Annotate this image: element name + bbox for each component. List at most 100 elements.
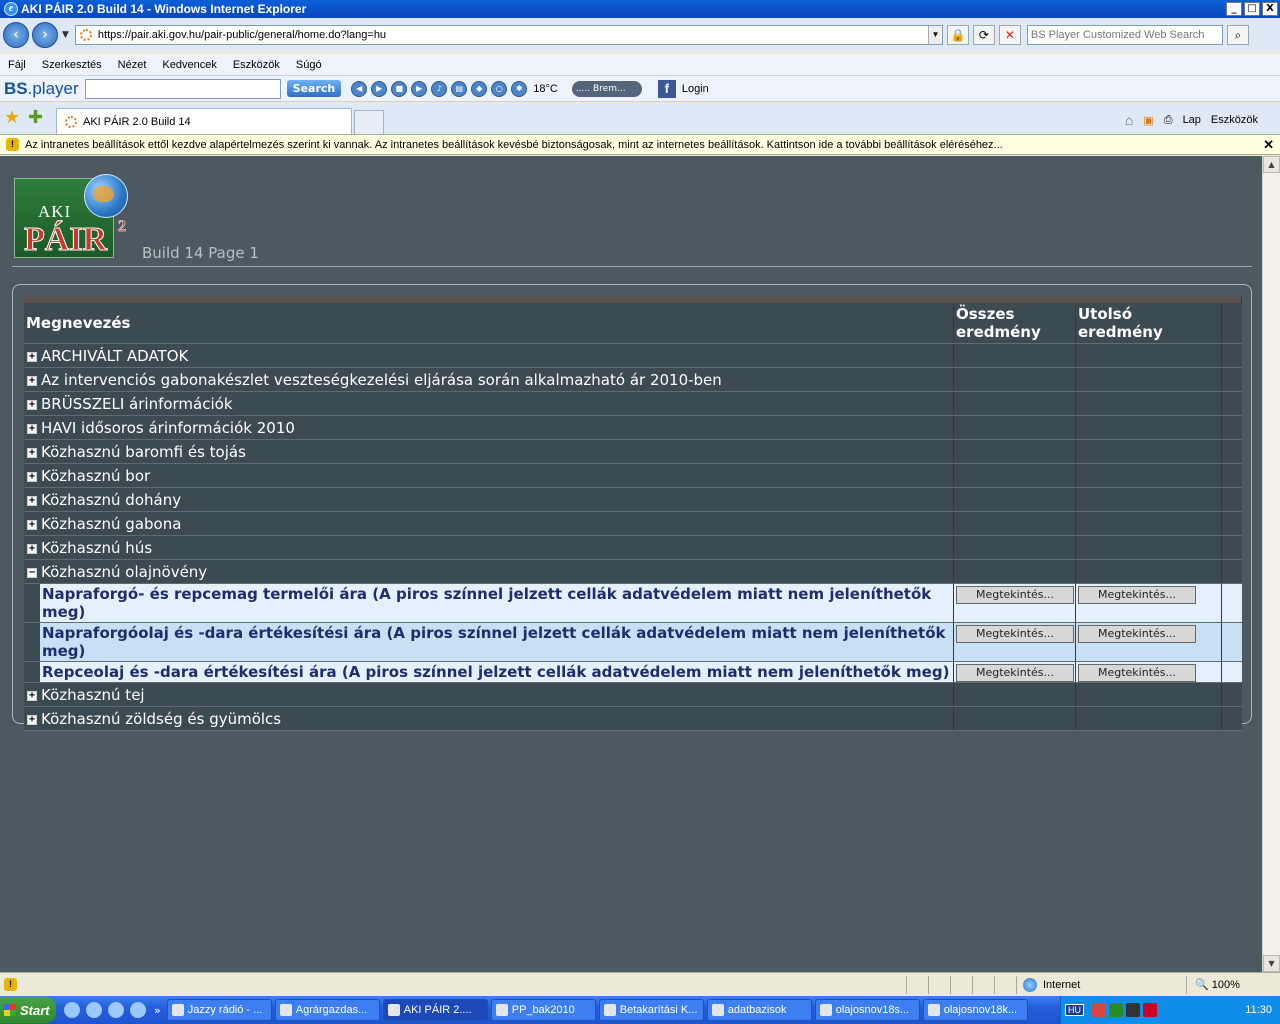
- taskbar-item[interactable]: adatbazisok: [706, 999, 812, 1021]
- bsplayer-logo[interactable]: BS.player: [4, 79, 79, 99]
- scroll-down-icon[interactable]: ▼: [1263, 955, 1280, 972]
- feeds-icon[interactable]: ▣: [1143, 114, 1153, 127]
- address-dropdown-icon[interactable]: ▼: [927, 26, 942, 44]
- lock-icon[interactable]: 🔒: [946, 25, 969, 45]
- category-name[interactable]: Közhasznú baromfi és tojás: [40, 439, 954, 464]
- forward-icon[interactable]: ▶: [411, 80, 428, 97]
- favorites-star-icon[interactable]: ★: [4, 108, 24, 128]
- category-name[interactable]: Az intervenciós gabonakészlet veszteségk…: [40, 367, 954, 392]
- start-button[interactable]: Start: [0, 997, 56, 1023]
- expand-icon[interactable]: +: [27, 472, 37, 482]
- quicklaunch-icon[interactable]: [86, 1002, 102, 1018]
- maximize-button[interactable]: □: [1244, 2, 1260, 16]
- home-icon[interactable]: ⌂: [1125, 112, 1133, 128]
- expand-icon[interactable]: +: [27, 544, 37, 554]
- page-menu[interactable]: Lap: [1183, 114, 1201, 126]
- search-icon[interactable]: ⌕: [1226, 25, 1249, 45]
- tray-icon[interactable]: [1126, 1003, 1140, 1017]
- quicklaunch-icon[interactable]: [108, 1002, 124, 1018]
- menu-favorites[interactable]: Kedvencek: [162, 59, 216, 71]
- header-all-results[interactable]: Összes eredmény: [953, 303, 1076, 344]
- category-row[interactable]: + Közhasznú gabona: [24, 511, 1242, 536]
- category-row[interactable]: + Közhasznú bor: [24, 463, 1242, 488]
- login-link[interactable]: Login: [682, 83, 709, 95]
- category-name[interactable]: Közhasznú olajnövény: [40, 559, 954, 584]
- category-row[interactable]: + Közhasznú baromfi és tojás: [24, 439, 1242, 464]
- taskbar-item[interactable]: AKI PÁIR 2....: [382, 999, 488, 1021]
- music-icon[interactable]: ♪: [431, 80, 448, 97]
- tray-icon[interactable]: [1109, 1003, 1123, 1017]
- language-indicator[interactable]: HU: [1065, 1004, 1084, 1016]
- new-tab-button[interactable]: [354, 110, 384, 134]
- view-last-result-button[interactable]: Megtekintés...: [1078, 625, 1196, 643]
- header-last-result[interactable]: Utolsó eredmény: [1075, 303, 1222, 344]
- expand-icon[interactable]: +: [27, 400, 37, 410]
- stop-icon[interactable]: ■: [391, 80, 408, 97]
- close-window-button[interactable]: X: [1262, 2, 1278, 16]
- infobar-text[interactable]: Az intranetes beállítások ettől kezdve a…: [25, 139, 1003, 151]
- add-favorite-icon[interactable]: ✚: [28, 108, 48, 128]
- taskbar-item[interactable]: Betakarítási K...: [598, 999, 704, 1021]
- category-name[interactable]: Közhasznú dohány: [40, 487, 954, 512]
- radio-selector[interactable]: ..... Brem...: [571, 80, 642, 97]
- category-name[interactable]: Közhasznú hús: [40, 535, 954, 560]
- quicklaunch-icon[interactable]: [64, 1002, 80, 1018]
- refresh-button[interactable]: ⟳: [972, 25, 995, 45]
- web-search-input[interactable]: BS Player Customized Web Search: [1026, 25, 1223, 45]
- menu-tools[interactable]: Eszközök: [233, 59, 280, 71]
- category-row[interactable]: + ARCHIVÁLT ADATOK: [24, 343, 1242, 368]
- view-all-results-button[interactable]: Megtekintés...: [956, 664, 1074, 682]
- tab-aki-pair[interactable]: AKI PÁIR 2.0 Build 14: [56, 108, 352, 134]
- category-row[interactable]: + Közhasznú tej: [24, 682, 1242, 707]
- magnifier-icon[interactable]: ○: [491, 80, 508, 97]
- taskbar-item[interactable]: olajosnov18s...: [814, 999, 920, 1021]
- chevron-icon[interactable]: »: [154, 1004, 161, 1017]
- view-all-results-button[interactable]: Megtekintés...: [956, 625, 1074, 643]
- category-row[interactable]: + BRÜSSZELI árinformációk: [24, 391, 1242, 416]
- collapse-icon[interactable]: −: [27, 568, 37, 578]
- taskbar-item[interactable]: olajosnov18k...: [922, 999, 1028, 1021]
- tools-menu[interactable]: Eszközök: [1211, 114, 1258, 126]
- warning-icon[interactable]: !: [4, 978, 17, 991]
- rewind-icon[interactable]: ◀: [351, 80, 368, 97]
- view-last-result-button[interactable]: Megtekintés...: [1078, 664, 1196, 682]
- expand-icon[interactable]: +: [27, 376, 37, 386]
- expand-icon[interactable]: +: [27, 496, 37, 506]
- expand-icon[interactable]: +: [27, 520, 37, 530]
- category-row[interactable]: + Közhasznú dohány: [24, 487, 1242, 512]
- report-name[interactable]: Napraforgó- és repcemag termelői ára (A …: [40, 583, 954, 623]
- security-zone[interactable]: Internet: [1016, 975, 1186, 994]
- category-name[interactable]: Közhasznú tej: [40, 682, 954, 707]
- facebook-icon[interactable]: f: [657, 79, 676, 98]
- quicklaunch-icon[interactable]: [130, 1002, 146, 1018]
- expand-icon[interactable]: +: [27, 691, 37, 701]
- bsplayer-search-input[interactable]: [84, 78, 281, 99]
- expand-icon[interactable]: +: [27, 448, 37, 458]
- zoom-level[interactable]: 🔍 100%: [1186, 975, 1280, 994]
- film-icon[interactable]: ▤: [451, 80, 468, 97]
- information-bar[interactable]: ! Az intranetes beállítások ettől kezdve…: [0, 134, 1280, 155]
- tray-icon[interactable]: [1092, 1003, 1106, 1017]
- taskbar-item[interactable]: PP_bak2010: [490, 999, 596, 1021]
- view-last-result-button[interactable]: Megtekintés...: [1078, 586, 1196, 604]
- category-row[interactable]: + Közhasznú hús: [24, 535, 1242, 560]
- category-row[interactable]: + Az intervenciós gabonakészlet veszteség…: [24, 367, 1242, 392]
- expand-icon[interactable]: +: [27, 424, 37, 434]
- history-dropdown-icon[interactable]: ▼: [62, 30, 69, 40]
- taskbar-item[interactable]: Jazzy rádió - ...: [166, 999, 272, 1021]
- game-icon[interactable]: ◆: [471, 80, 488, 97]
- scroll-up-icon[interactable]: ▲: [1263, 156, 1280, 173]
- menu-help[interactable]: Súgó: [296, 59, 322, 71]
- taskbar-item[interactable]: Agrárgazdas...: [274, 999, 380, 1021]
- menu-file[interactable]: Fájl: [8, 59, 26, 71]
- category-name[interactable]: BRÜSSZELI árinformációk: [40, 391, 954, 416]
- category-row[interactable]: + Közhasznú zöldség és gyümölcs: [24, 706, 1242, 731]
- snow-icon[interactable]: ✱: [511, 80, 528, 97]
- category-row[interactable]: − Közhasznú olajnövény: [24, 559, 1242, 584]
- menu-edit[interactable]: Szerkesztés: [42, 59, 102, 71]
- stop-button[interactable]: ✕: [998, 25, 1021, 45]
- close-icon[interactable]: ✕: [1263, 137, 1274, 153]
- play-icon[interactable]: ▶: [371, 80, 388, 97]
- header-name[interactable]: Megnevezés: [24, 303, 954, 344]
- address-input[interactable]: https://pair.aki.gov.hu/pair-public/gene…: [98, 29, 928, 41]
